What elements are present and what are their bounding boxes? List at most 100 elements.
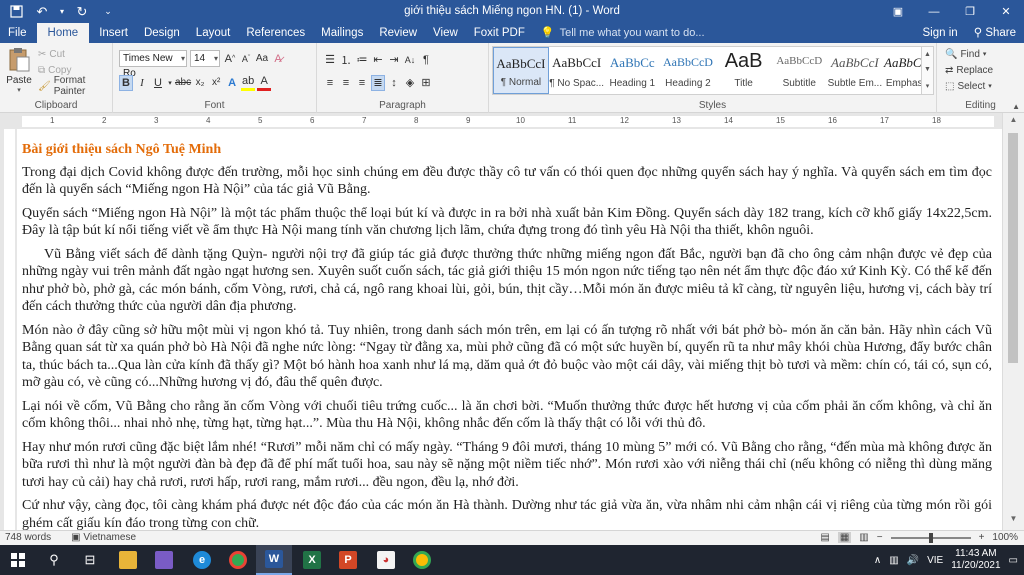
word-count[interactable]: 748 words: [5, 532, 51, 543]
read-mode-icon[interactable]: ▤: [820, 532, 829, 543]
store-icon[interactable]: [146, 545, 182, 575]
scroll-down-icon[interactable]: ▼: [1003, 514, 1024, 528]
tab-insert[interactable]: Insert: [91, 23, 136, 43]
borders-icon[interactable]: ⊞: [419, 75, 433, 91]
styles-gallery-scroll[interactable]: ▲ ▼ ▾: [921, 47, 933, 94]
tab-view[interactable]: View: [425, 23, 466, 43]
chrome-icon[interactable]: [220, 545, 256, 575]
language-indicator[interactable]: ▣ Vietnamese: [71, 532, 136, 543]
paragraph[interactable]: Trong đại dịch Covid không được đến trườ…: [22, 164, 992, 199]
cut-button[interactable]: ✂ Cut: [38, 46, 112, 62]
paragraph[interactable]: Hay như món rươi cũng đặc biệt lắm nhé! …: [22, 439, 992, 492]
undo-icon[interactable]: ↶: [32, 3, 52, 20]
search-icon[interactable]: ⚲: [36, 545, 72, 575]
increase-indent-icon[interactable]: ⇥: [387, 52, 401, 68]
paragraph[interactable]: Vũ Bằng viết sách để dành tặng Quỳn- ngư…: [22, 246, 992, 316]
tab-design[interactable]: Design: [136, 23, 188, 43]
powerpoint-icon[interactable]: P: [330, 545, 366, 575]
decrease-indent-icon[interactable]: ⇤: [371, 52, 385, 68]
document-heading[interactable]: Bài giới thiệu sách Ngô Tuệ Minh: [22, 141, 992, 159]
vertical-scrollbar[interactable]: ▲ ▼: [1002, 113, 1024, 530]
style-subtle-emphasis[interactable]: AaBbCcI Subtle Em...: [827, 47, 883, 94]
document-body[interactable]: Bài giới thiệu sách Ngô Tuệ Minh Trong đ…: [22, 141, 992, 530]
superscript-icon[interactable]: x²: [209, 75, 223, 91]
tell-me-box[interactable]: 💡 Tell me what you want to do...: [541, 23, 705, 43]
task-view-icon[interactable]: ⊟: [72, 545, 108, 575]
text-effects-icon[interactable]: A: [225, 75, 239, 91]
horizontal-ruler[interactable]: 1 2 3 4 5 6 7 8 9 10 11 12 13 14 15 16 1…: [0, 113, 1024, 129]
notifications-icon[interactable]: ▭: [1009, 555, 1018, 566]
highlight-color-icon[interactable]: ab: [241, 75, 256, 91]
chevron-down-icon[interactable]: ▼: [924, 66, 931, 73]
excel-icon[interactable]: X: [294, 545, 330, 575]
windows-start-icon[interactable]: [0, 545, 36, 575]
gallery-more-icon[interactable]: ▾: [926, 82, 930, 90]
paste-button[interactable]: Paste ▾: [4, 46, 34, 96]
style-title[interactable]: AaB Title: [716, 47, 772, 94]
tab-home[interactable]: Home: [36, 23, 90, 43]
style-no-spacing[interactable]: AaBbCcI ¶ No Spac...: [549, 47, 605, 94]
paragraph[interactable]: Quyển sách “Miếng ngon Hà Nội” là một tá…: [22, 205, 992, 240]
sort-icon[interactable]: A↓: [403, 52, 417, 68]
share-button[interactable]: ⚲ Share: [974, 23, 1016, 43]
font-color-icon[interactable]: A: [257, 75, 272, 91]
paragraph[interactable]: Cứ như vậy, càng đọc, tôi càng khám phá …: [22, 497, 992, 530]
font-size-combobox[interactable]: 14 ▾: [190, 50, 220, 67]
grow-font-icon[interactable]: A ^: [223, 51, 237, 67]
minimize-icon[interactable]: —: [916, 0, 952, 23]
paragraph[interactable]: Món nào ở đây cũng sở hữu một mùi vị ngo…: [22, 322, 992, 392]
italic-icon[interactable]: I: [135, 75, 149, 91]
zoom-slider[interactable]: [890, 532, 971, 543]
zoom-slider-knob[interactable]: [928, 532, 933, 543]
format-painter-button[interactable]: 🖌 Format Painter: [38, 75, 112, 97]
tab-layout[interactable]: Layout: [188, 23, 239, 43]
style-heading-1[interactable]: AaBbCc Heading 1: [605, 47, 661, 94]
tab-foxit-pdf[interactable]: Foxit PDF: [466, 23, 533, 43]
style-subtitle[interactable]: AaBbCcD Subtitle: [771, 47, 827, 94]
find-button[interactable]: 🔍 Find ▾: [945, 46, 993, 62]
underline-icon[interactable]: U: [151, 75, 165, 91]
file-explorer-icon[interactable]: [110, 545, 146, 575]
tab-review[interactable]: Review: [371, 23, 425, 43]
underline-dropdown-icon[interactable]: ▾: [167, 75, 173, 91]
tab-mailings[interactable]: Mailings: [313, 23, 371, 43]
web-layout-icon[interactable]: ▥: [859, 532, 868, 543]
tab-file[interactable]: File: [0, 23, 35, 43]
clock[interactable]: 11:43 AM 11/20/2021: [951, 548, 1000, 572]
word-icon[interactable]: W: [256, 545, 292, 575]
network-icon[interactable]: ▥: [889, 555, 898, 566]
bullets-icon[interactable]: ☰: [323, 52, 337, 68]
style-normal[interactable]: AaBbCcI ¶ Normal: [493, 47, 549, 94]
chevron-up-icon[interactable]: ▲: [924, 51, 931, 58]
paragraph[interactable]: Lại nói về cốm, Vũ Bằng cho rằng ăn cốm …: [22, 398, 992, 433]
style-heading-2[interactable]: AaBbCcD Heading 2: [660, 47, 716, 94]
keyboard-language[interactable]: VIE: [927, 555, 943, 566]
clear-formatting-icon[interactable]: A̷: [271, 51, 285, 67]
ribbon-display-icon[interactable]: ▣: [880, 0, 916, 23]
change-case-icon[interactable]: Aa: [255, 51, 269, 67]
volume-icon[interactable]: 🔊: [907, 555, 919, 566]
shrink-font-icon[interactable]: Aˇ: [239, 51, 253, 67]
save-icon[interactable]: [6, 3, 26, 20]
justify-icon[interactable]: ≣: [371, 74, 385, 91]
paint-icon[interactable]: ◕: [368, 545, 404, 575]
show-hidden-icons-icon[interactable]: ∧: [874, 555, 881, 566]
redo-icon[interactable]: ↻: [72, 3, 92, 20]
multilevel-list-icon[interactable]: ≔: [355, 52, 369, 68]
shading-icon[interactable]: ◈: [403, 75, 417, 91]
scroll-thumb[interactable]: [1008, 133, 1018, 363]
show-formatting-icon[interactable]: ¶: [419, 52, 433, 68]
collapse-ribbon-icon[interactable]: ▲: [1012, 102, 1020, 111]
zoom-level[interactable]: 100%: [992, 532, 1018, 543]
close-icon[interactable]: ✕: [988, 0, 1024, 23]
bold-icon[interactable]: B: [119, 74, 133, 91]
restore-icon[interactable]: ❐: [952, 0, 988, 23]
align-right-icon[interactable]: ≡: [355, 75, 369, 91]
vertical-ruler[interactable]: [0, 129, 17, 530]
tab-references[interactable]: References: [238, 23, 313, 43]
document-page[interactable]: Bài giới thiệu sách Ngô Tuệ Minh Trong đ…: [17, 129, 1002, 530]
customize-toolbar-icon[interactable]: ⌄: [98, 3, 118, 20]
line-spacing-icon[interactable]: ↕: [387, 75, 401, 91]
zoom-in-icon[interactable]: +: [979, 532, 985, 543]
align-center-icon[interactable]: ≡: [339, 75, 353, 91]
